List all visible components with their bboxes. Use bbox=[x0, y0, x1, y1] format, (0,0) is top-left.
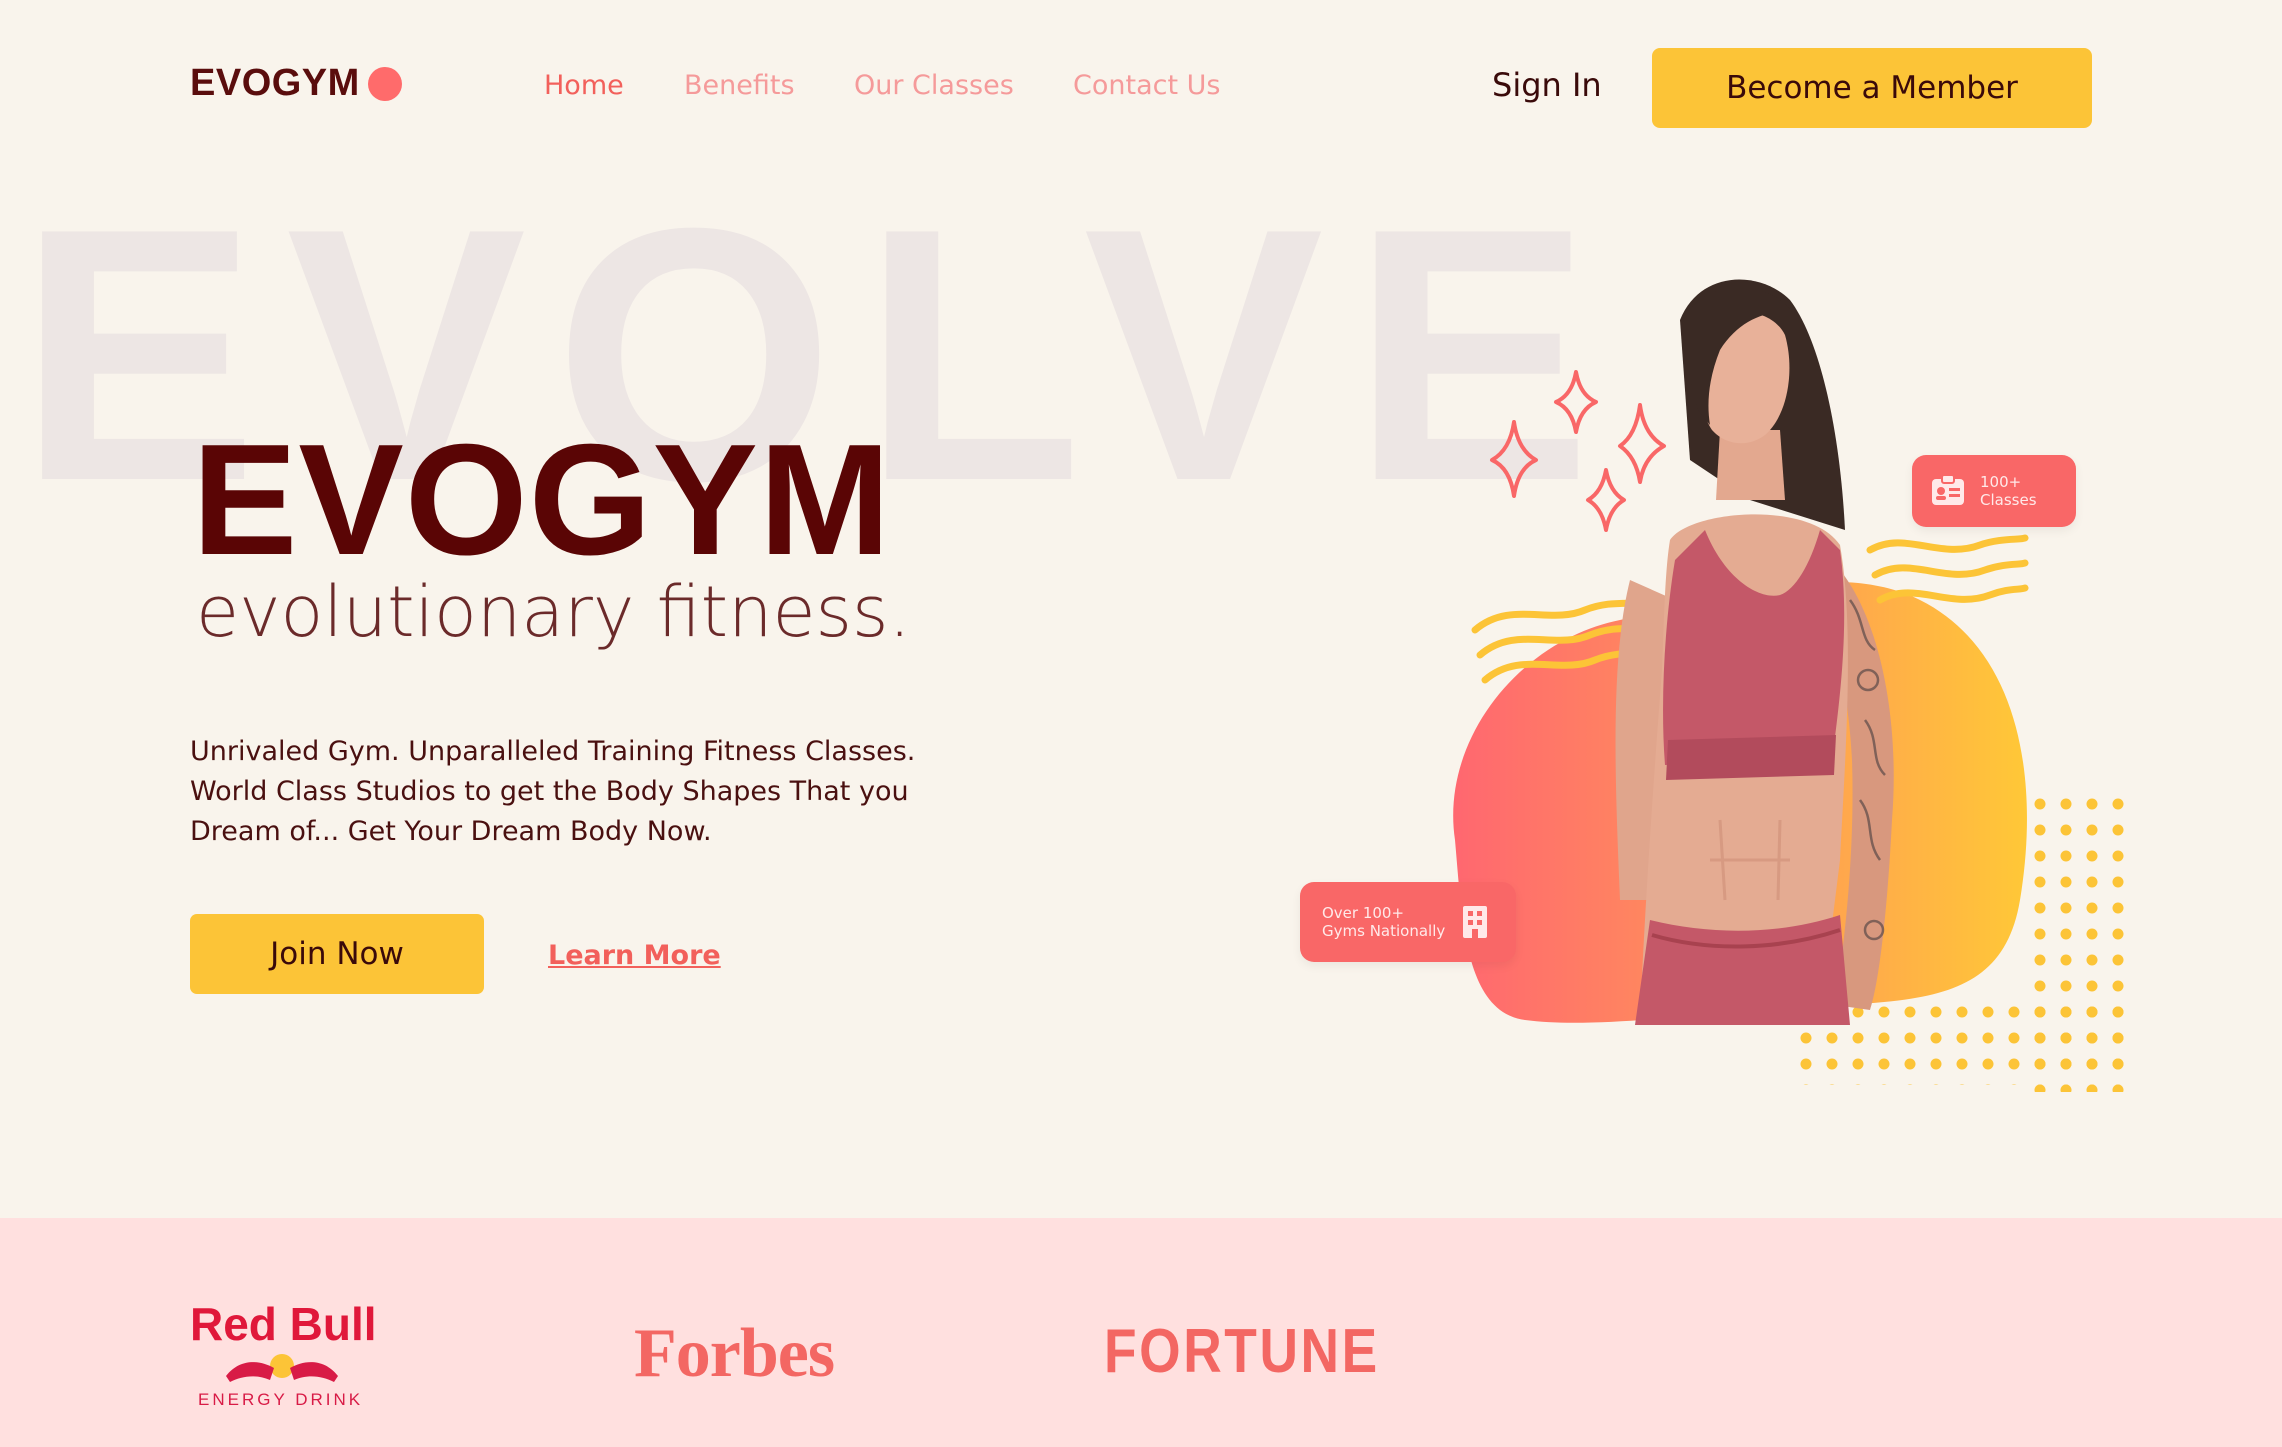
hero-subtitle: evolutionary fitness. bbox=[196, 571, 911, 653]
nav-our-classes[interactable]: Our Classes bbox=[854, 70, 1014, 101]
redbull-wordmark: Red Bull bbox=[190, 1298, 377, 1350]
hero-title: EVOGYM bbox=[192, 412, 892, 588]
redbull-logo: Red Bull ENERGY DRINK bbox=[190, 1298, 377, 1409]
nav-contact-us[interactable]: Contact Us bbox=[1073, 70, 1220, 101]
id-card-icon bbox=[1932, 474, 1964, 505]
forbes-logo: Forbes bbox=[634, 1315, 835, 1392]
nav-home[interactable]: Home bbox=[544, 70, 624, 101]
gyms-badge-line1: Over 100+ bbox=[1322, 904, 1405, 922]
sparkle-icons bbox=[1490, 370, 1666, 532]
learn-more-link[interactable]: Learn More bbox=[548, 940, 721, 971]
hero-illustration bbox=[1453, 279, 2130, 1092]
athlete-figure bbox=[1615, 279, 1894, 1025]
building-icon bbox=[1463, 906, 1488, 938]
logo-text: EVOGYM bbox=[190, 62, 360, 104]
logo[interactable]: EVOGYM bbox=[190, 62, 402, 105]
nav-benefits[interactable]: Benefits bbox=[684, 70, 795, 101]
classes-badge-line1: 100+ bbox=[1980, 473, 2022, 491]
gyms-badge: Over 100+ Gyms Nationally bbox=[1300, 882, 1516, 962]
fortune-logo: FORTUNE bbox=[1104, 1317, 1380, 1386]
hero-description: Unrivaled Gym. Unparalleled Training Fit… bbox=[190, 736, 916, 847]
logo-dot bbox=[367, 66, 402, 101]
become-member-button[interactable]: Become a Member bbox=[1652, 48, 2092, 128]
classes-badge-line2: Classes bbox=[1980, 491, 2037, 509]
bulls-emblem bbox=[226, 1354, 338, 1382]
join-now-button[interactable]: Join Now bbox=[190, 914, 484, 994]
classes-badge: 100+ Classes bbox=[1912, 455, 2076, 527]
gyms-badge-line2: Gyms Nationally bbox=[1322, 922, 1446, 940]
sign-in-link[interactable]: Sign In bbox=[1492, 66, 1602, 104]
redbull-tagline: ENERGY DRINK bbox=[198, 1390, 363, 1409]
